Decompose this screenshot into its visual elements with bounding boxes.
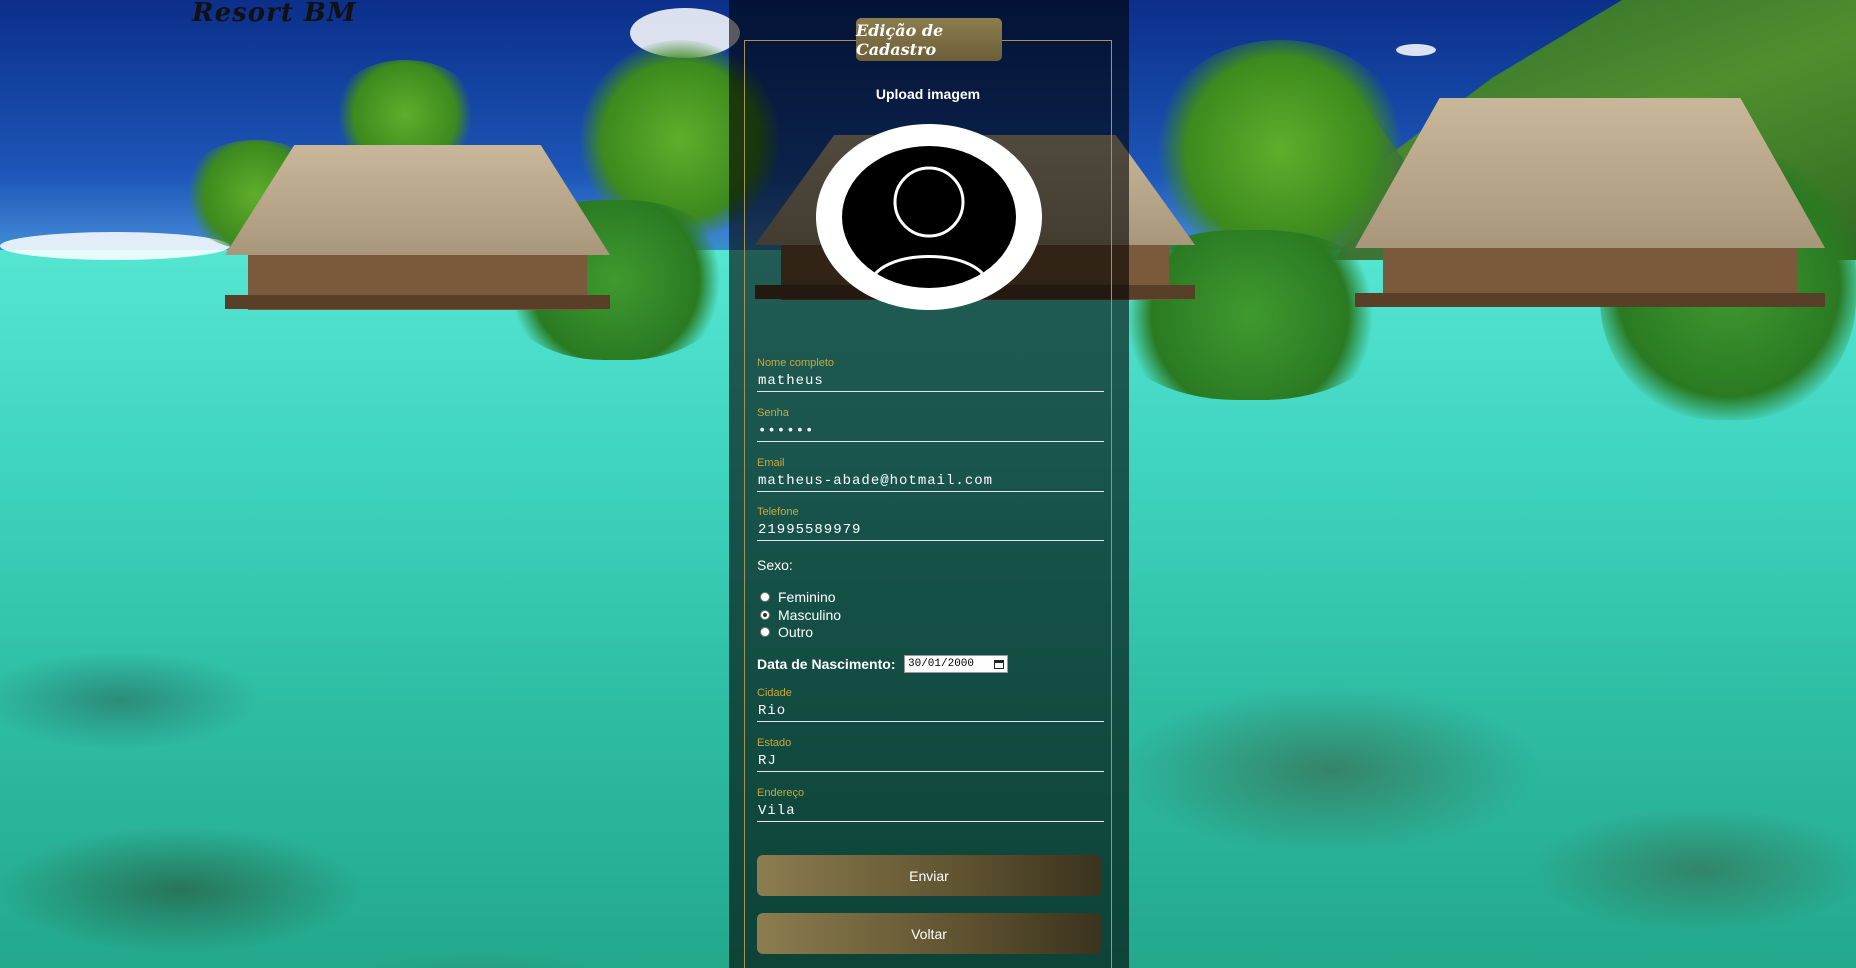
upload-image-label[interactable]: Upload imagem (744, 86, 1112, 102)
senha-input[interactable] (757, 421, 1104, 442)
telefone-field: Telefone (757, 506, 1104, 541)
radio-masculino-label: Masculino (778, 607, 842, 623)
cidade-field: Cidade (757, 687, 1104, 722)
cloud (1396, 44, 1436, 56)
calendar-icon[interactable] (994, 659, 1004, 669)
nascimento-date-input[interactable]: 30/01/2000 (904, 655, 1008, 673)
email-field: Email (757, 457, 1104, 492)
endereco-field: Endereço (757, 787, 1104, 822)
cidade-input[interactable] (757, 701, 1104, 722)
bungalow (225, 145, 610, 335)
form-legend: Edição de Cadastro (856, 18, 1002, 61)
radio-masculino-button[interactable] (760, 610, 770, 620)
user-placeholder-icon (868, 166, 990, 288)
radio-outro[interactable]: Outro (760, 624, 813, 640)
radio-outro-label: Outro (778, 624, 814, 640)
senha-label: Senha (757, 407, 789, 419)
telefone-input[interactable] (757, 520, 1104, 541)
estado-label: Estado (757, 737, 792, 749)
radio-feminino-label: Feminino (778, 589, 836, 605)
nome-input[interactable] (757, 371, 1104, 392)
sexo-label: Sexo: (757, 557, 793, 573)
radio-outro-button[interactable] (760, 627, 770, 637)
radio-masculino[interactable]: Masculino (760, 607, 841, 623)
brand-logo: Resort BM (192, 0, 357, 28)
nome-label: Nome completo (757, 357, 835, 369)
senha-field: Senha (757, 407, 1104, 442)
cloud (0, 232, 230, 260)
cidade-label: Cidade (757, 687, 792, 699)
estado-input[interactable] (757, 751, 1104, 772)
endereco-label: Endereço (757, 787, 805, 799)
nascimento-label: Data de Nascimento: (757, 656, 896, 672)
enviar-button[interactable]: Enviar (757, 855, 1101, 896)
email-input[interactable] (757, 471, 1104, 492)
radio-feminino[interactable]: Feminino (760, 589, 836, 605)
email-label: Email (757, 457, 785, 469)
avatar-upload[interactable] (816, 124, 1042, 310)
nome-field: Nome completo (757, 357, 1104, 392)
endereco-input[interactable] (757, 801, 1104, 822)
estado-field: Estado (757, 737, 1104, 772)
telefone-label: Telefone (757, 506, 799, 518)
nascimento-value: 30/01/2000 (908, 658, 975, 670)
voltar-button[interactable]: Voltar (757, 913, 1101, 954)
bungalow (1355, 98, 1825, 353)
radio-feminino-button[interactable] (760, 592, 770, 602)
